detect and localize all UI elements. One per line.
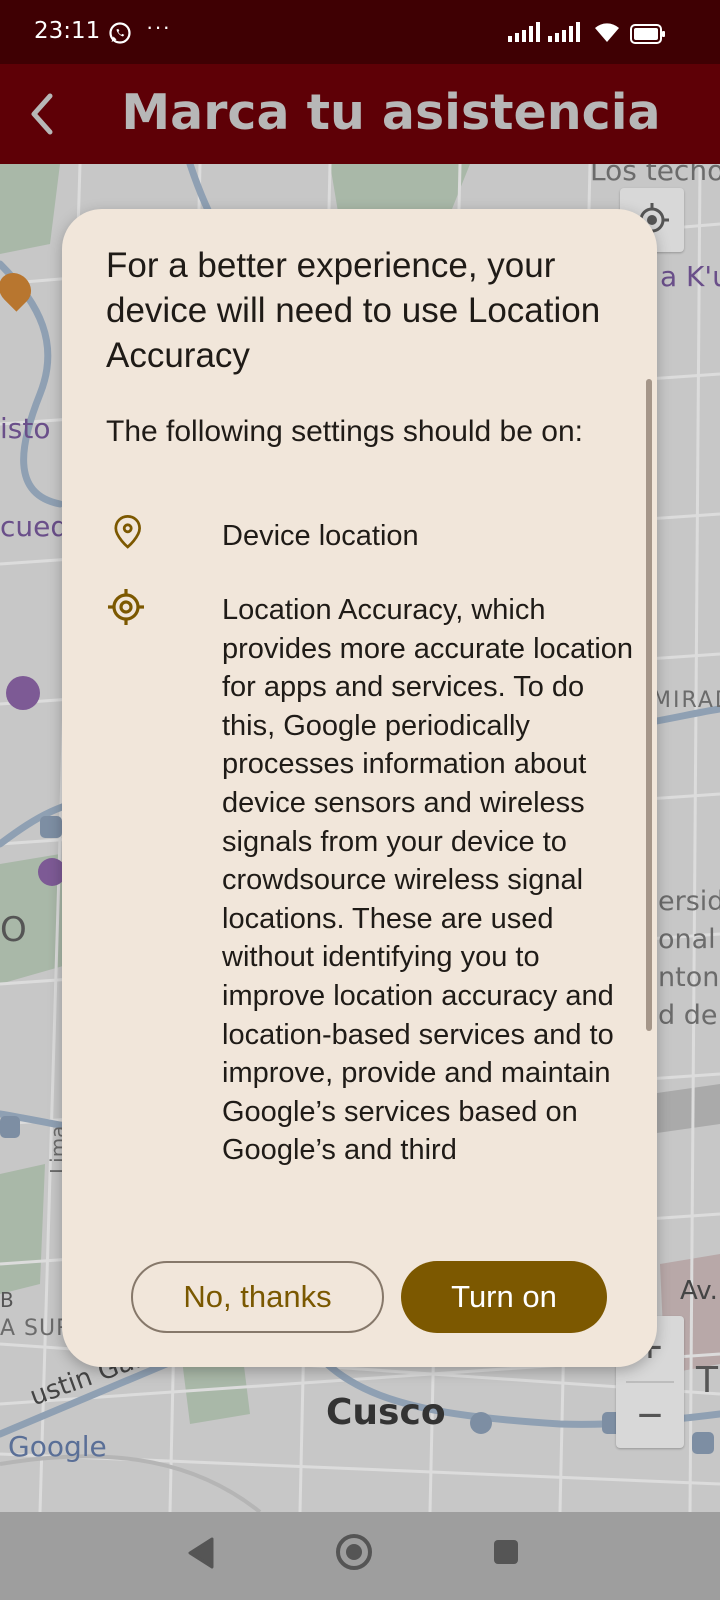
- map-label: nton: [658, 962, 720, 993]
- map-label: onal: [658, 924, 716, 955]
- location-pin-icon: [106, 515, 150, 559]
- setting-item-text: Location Accuracy, which provides more a…: [222, 594, 634, 1167]
- map-label: MIRAD: [652, 688, 720, 713]
- google-logo: Google: [8, 1430, 107, 1463]
- app-bar: Marca tu asistencia: [0, 64, 720, 164]
- setting-item-text: Device location: [222, 520, 419, 552]
- map-label: d de: [658, 1000, 718, 1031]
- dialog-title: For a better experience, your device wil…: [106, 246, 601, 375]
- map-label: isto I: [0, 412, 68, 445]
- signal-icon: [508, 22, 544, 47]
- location-accuracy-dialog: For a better experience, your device wil…: [62, 209, 657, 1367]
- map-label: Los techo: [590, 164, 720, 187]
- status-time: 23:11: [34, 18, 101, 44]
- nav-back-icon[interactable]: [186, 1536, 216, 1575]
- no-thanks-button[interactable]: No, thanks: [131, 1261, 384, 1333]
- divider: [626, 1381, 674, 1383]
- more-notifications-icon: ···: [146, 14, 171, 39]
- wifi-icon: [592, 20, 622, 49]
- whatsapp-icon: [108, 21, 132, 50]
- map-label: B: [0, 1288, 14, 1312]
- camera-marker-icon[interactable]: [6, 676, 40, 710]
- bus-stop-icon[interactable]: [470, 1412, 492, 1434]
- nav-recents-icon[interactable]: [492, 1538, 520, 1571]
- map-label: Cusco: [326, 1392, 446, 1433]
- turn-on-button[interactable]: Turn on: [401, 1261, 607, 1333]
- map-label: Av.: [680, 1276, 718, 1306]
- zoom-out-button[interactable]: −: [616, 1384, 684, 1448]
- page-title: Marca tu asistencia: [121, 84, 661, 141]
- bus-stop-icon[interactable]: [0, 1116, 20, 1138]
- dialog-scrollbar[interactable]: [646, 379, 652, 1031]
- map-label: O: [0, 910, 27, 950]
- gps-target-icon: [106, 585, 150, 629]
- battery-icon: [630, 24, 666, 49]
- signal-icon: [548, 22, 584, 47]
- bus-stop-icon[interactable]: [692, 1432, 714, 1454]
- map-label: a K'u: [660, 260, 720, 293]
- nav-home-icon[interactable]: [334, 1532, 374, 1577]
- dialog-subtitle: The following settings should be on:: [106, 415, 583, 448]
- map-label: T: [696, 1360, 718, 1401]
- system-navigation-bar: [0, 1512, 720, 1600]
- map-label: ersid: [658, 886, 720, 917]
- status-bar: 23:11 ···: [0, 0, 720, 64]
- bus-stop-icon[interactable]: [40, 816, 62, 838]
